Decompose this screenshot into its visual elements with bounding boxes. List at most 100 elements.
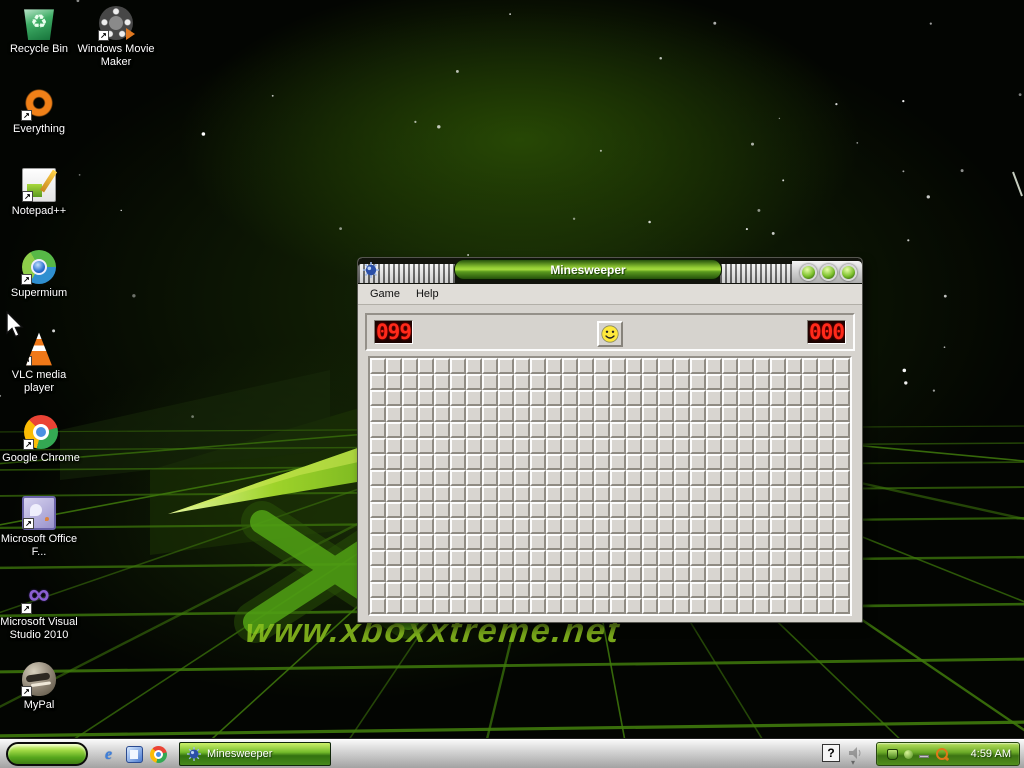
mine-cell[interactable] [818,598,834,614]
mine-cell[interactable] [578,390,594,406]
mine-cell[interactable] [754,582,770,598]
mine-cell[interactable] [706,534,722,550]
mine-cell[interactable] [674,582,690,598]
mine-cell[interactable] [450,518,466,534]
mine-cell[interactable] [434,390,450,406]
mine-cell[interactable] [514,438,530,454]
mine-cell[interactable] [754,438,770,454]
mine-cell[interactable] [370,406,386,422]
mine-cell[interactable] [594,502,610,518]
mine-cell[interactable] [658,502,674,518]
mine-cell[interactable] [706,470,722,486]
mine-cell[interactable] [674,358,690,374]
mine-cell[interactable] [418,406,434,422]
smiley-button[interactable] [597,321,623,347]
mine-cell[interactable] [786,534,802,550]
mine-cell[interactable] [642,486,658,502]
mine-cell[interactable] [450,358,466,374]
mine-cell[interactable] [706,454,722,470]
mine-cell[interactable] [802,502,818,518]
mine-cell[interactable] [610,518,626,534]
mine-cell[interactable] [610,454,626,470]
mine-cell[interactable] [738,438,754,454]
mine-cell[interactable] [626,406,642,422]
mine-cell[interactable] [626,358,642,374]
mine-cell[interactable] [562,422,578,438]
mine-cell[interactable] [626,550,642,566]
mine-cell[interactable] [530,598,546,614]
mine-cell[interactable] [402,566,418,582]
mine-cell[interactable] [562,390,578,406]
mine-cell[interactable] [706,582,722,598]
mine-cell[interactable] [418,486,434,502]
mine-cell[interactable] [530,454,546,470]
mine-cell[interactable] [594,566,610,582]
mine-cell[interactable] [434,502,450,518]
mine-cell[interactable] [562,566,578,582]
mine-cell[interactable] [658,518,674,534]
mine-cell[interactable] [578,486,594,502]
mine-cell[interactable] [754,534,770,550]
desktop-icon-mypal[interactable]: ↗ MyPal [0,662,78,712]
mine-cell[interactable] [722,598,738,614]
tray-status-icon[interactable] [904,749,913,759]
mine-cell[interactable] [450,454,466,470]
mine-cell[interactable] [514,550,530,566]
mine-cell[interactable] [418,534,434,550]
mine-cell[interactable] [498,422,514,438]
mine-cell[interactable] [802,534,818,550]
window-title[interactable]: Minesweeper [454,259,722,280]
mine-cell[interactable] [370,534,386,550]
mine-cell[interactable] [610,598,626,614]
mine-cell[interactable] [722,550,738,566]
mine-cell[interactable] [498,566,514,582]
mine-cell[interactable] [578,422,594,438]
mine-cell[interactable] [770,438,786,454]
mine-cell[interactable] [754,406,770,422]
mine-cell[interactable] [770,454,786,470]
mine-cell[interactable] [402,518,418,534]
mine-cell[interactable] [674,502,690,518]
mine-cell[interactable] [434,550,450,566]
mine-cell[interactable] [418,550,434,566]
mine-cell[interactable] [626,502,642,518]
mine-cell[interactable] [370,598,386,614]
mine-cell[interactable] [562,486,578,502]
desktop-icon-office[interactable]: ↗ Microsoft Office F... [0,496,78,559]
mine-cell[interactable] [482,534,498,550]
mine-cell[interactable] [610,438,626,454]
mine-cell[interactable] [626,470,642,486]
mine-cell[interactable] [642,374,658,390]
mine-cell[interactable] [466,550,482,566]
mine-cell[interactable] [834,502,850,518]
mine-cell[interactable] [386,422,402,438]
mine-cell[interactable] [754,486,770,502]
mine-cell[interactable] [802,486,818,502]
mine-cell[interactable] [418,454,434,470]
mine-cell[interactable] [578,534,594,550]
mine-cell[interactable] [466,406,482,422]
mine-cell[interactable] [530,518,546,534]
mine-cell[interactable] [674,534,690,550]
mine-cell[interactable] [530,486,546,502]
mine-cell[interactable] [498,518,514,534]
mine-cell[interactable] [802,454,818,470]
mine-cell[interactable] [738,486,754,502]
mine-cell[interactable] [658,358,674,374]
mine-cell[interactable] [466,390,482,406]
mine-cell[interactable] [434,406,450,422]
mine-cell[interactable] [802,470,818,486]
mine-cell[interactable] [418,438,434,454]
desktop-icon-movie-maker[interactable]: ↗ Windows Movie Maker [77,6,155,69]
mine-cell[interactable] [562,550,578,566]
mine-cell[interactable] [690,470,706,486]
mine-cell[interactable] [658,534,674,550]
mine-cell[interactable] [642,534,658,550]
taskbar-task-minesweeper[interactable]: Minesweeper [179,742,331,766]
mine-cell[interactable] [546,390,562,406]
mine-cell[interactable] [498,438,514,454]
mine-cell[interactable] [466,518,482,534]
mine-cell[interactable] [514,406,530,422]
mine-cell[interactable] [594,470,610,486]
mine-cell[interactable] [690,374,706,390]
